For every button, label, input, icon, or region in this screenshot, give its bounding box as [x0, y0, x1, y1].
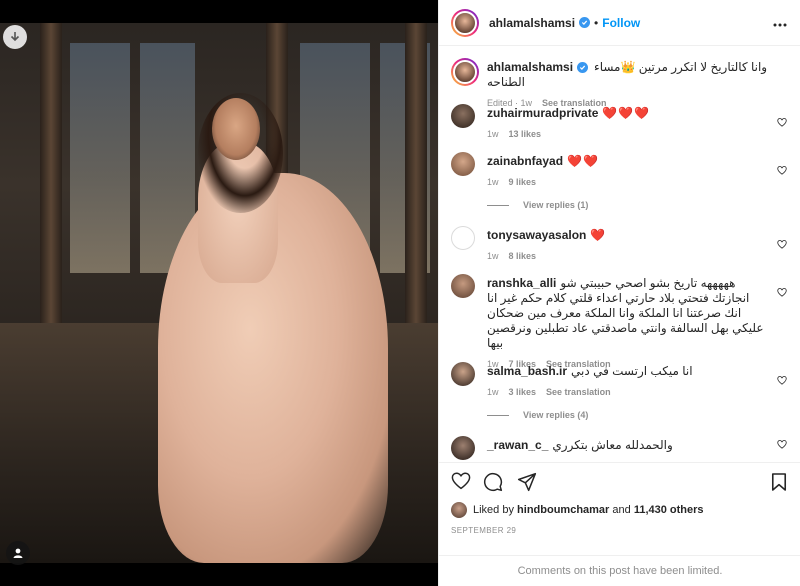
caption-avatar[interactable]	[451, 58, 479, 86]
comments-limited-notice: Comments on this post have been limited.	[439, 555, 800, 586]
likes-count[interactable]: 11,430 others	[634, 504, 704, 516]
comment-likes[interactable]: 13 likes	[509, 129, 542, 139]
download-icon	[10, 32, 20, 42]
heart-icon[interactable]	[777, 240, 787, 249]
comment-username[interactable]: zuhairmuradprivate	[487, 106, 598, 120]
comment-time[interactable]: 1w	[487, 251, 499, 261]
commenter-avatar[interactable]	[451, 152, 475, 176]
comment-time[interactable]: 1w	[487, 129, 499, 139]
more-icon	[773, 23, 787, 27]
liked-by-prefix: Liked by	[473, 504, 514, 516]
commenter-avatar[interactable]	[451, 104, 475, 128]
action-bar	[439, 462, 800, 502]
media-pane	[0, 0, 438, 586]
comment-text: ❤️❤️	[567, 154, 599, 168]
liker-username[interactable]: hindboumchamar	[517, 504, 609, 516]
comment-text: ❤️	[590, 228, 607, 242]
comment-likes[interactable]: 3 likes	[509, 387, 537, 397]
tag-user-icon	[13, 548, 23, 558]
post-header: ahlamalshamsi • Follow	[439, 0, 800, 46]
view-replies-button[interactable]: View replies (1)	[487, 200, 588, 210]
commenter-avatar[interactable]	[451, 274, 475, 298]
comment-translate[interactable]: See translation	[546, 387, 611, 397]
author-avatar[interactable]	[451, 8, 479, 37]
tagged-users-button[interactable]	[6, 541, 30, 565]
heart-icon[interactable]	[777, 166, 787, 175]
heart-icon[interactable]	[777, 288, 787, 297]
details-pane: ahlamalshamsi • Follow ahlamalshamsi وانا…	[438, 0, 800, 586]
verified-icon	[577, 62, 589, 74]
comment-text: والحمدلله معاش بتكرري	[552, 438, 673, 452]
instagram-post-modal: ahlamalshamsi • Follow ahlamalshamsi وانا…	[0, 0, 800, 586]
comment-likes[interactable]: 8 likes	[509, 251, 537, 261]
comment-text: انا ميكب ارتست في دبي	[571, 364, 693, 378]
comment-username[interactable]: tonysawayasalon	[487, 228, 586, 242]
commenter-avatar[interactable]	[451, 436, 475, 460]
post-photo[interactable]	[0, 23, 438, 563]
comment-likes[interactable]: 9 likes	[509, 177, 537, 187]
verified-icon	[579, 17, 591, 28]
header-separator: •	[594, 15, 599, 30]
comment-username[interactable]: ranshka_alli	[487, 276, 556, 290]
caption-username[interactable]: ahlamalshamsi	[487, 60, 573, 74]
more-options-button[interactable]	[773, 14, 787, 32]
follow-button[interactable]: Follow	[602, 16, 640, 30]
author-username[interactable]: ahlamalshamsi	[489, 16, 575, 30]
commenter-avatar[interactable]	[451, 226, 475, 250]
heart-icon[interactable]	[777, 440, 787, 449]
heart-icon[interactable]	[777, 376, 787, 385]
heart-icon[interactable]	[777, 118, 787, 127]
post-date[interactable]: SEPTEMBER 29	[451, 526, 516, 535]
comments-list[interactable]: ahlamalshamsi وانا كالتاريخ لا اتكرر مرتي…	[439, 46, 800, 462]
comment-username[interactable]: zainabnfayad	[487, 154, 563, 168]
comment-username[interactable]: salma_bash.ir	[487, 364, 567, 378]
bookmark-icon[interactable]	[771, 472, 787, 492]
download-button[interactable]	[3, 25, 27, 49]
liked-by-and: and	[612, 504, 631, 516]
comment-time[interactable]: 1w	[487, 387, 499, 397]
commenter-avatar[interactable]	[451, 362, 475, 386]
liker-avatar[interactable]	[451, 502, 467, 518]
share-icon[interactable]	[517, 472, 537, 492]
liked-by: Liked by hindboumchamar and 11,430 other…	[451, 502, 704, 518]
comment-username[interactable]: _rawan_c_	[487, 438, 548, 452]
comment-icon[interactable]	[483, 472, 503, 492]
comment-time[interactable]: 1w	[487, 177, 499, 187]
view-replies-button[interactable]: View replies (4)	[487, 410, 588, 420]
comment-text: ❤️❤️❤️	[602, 106, 651, 120]
heart-icon[interactable]	[451, 472, 471, 490]
